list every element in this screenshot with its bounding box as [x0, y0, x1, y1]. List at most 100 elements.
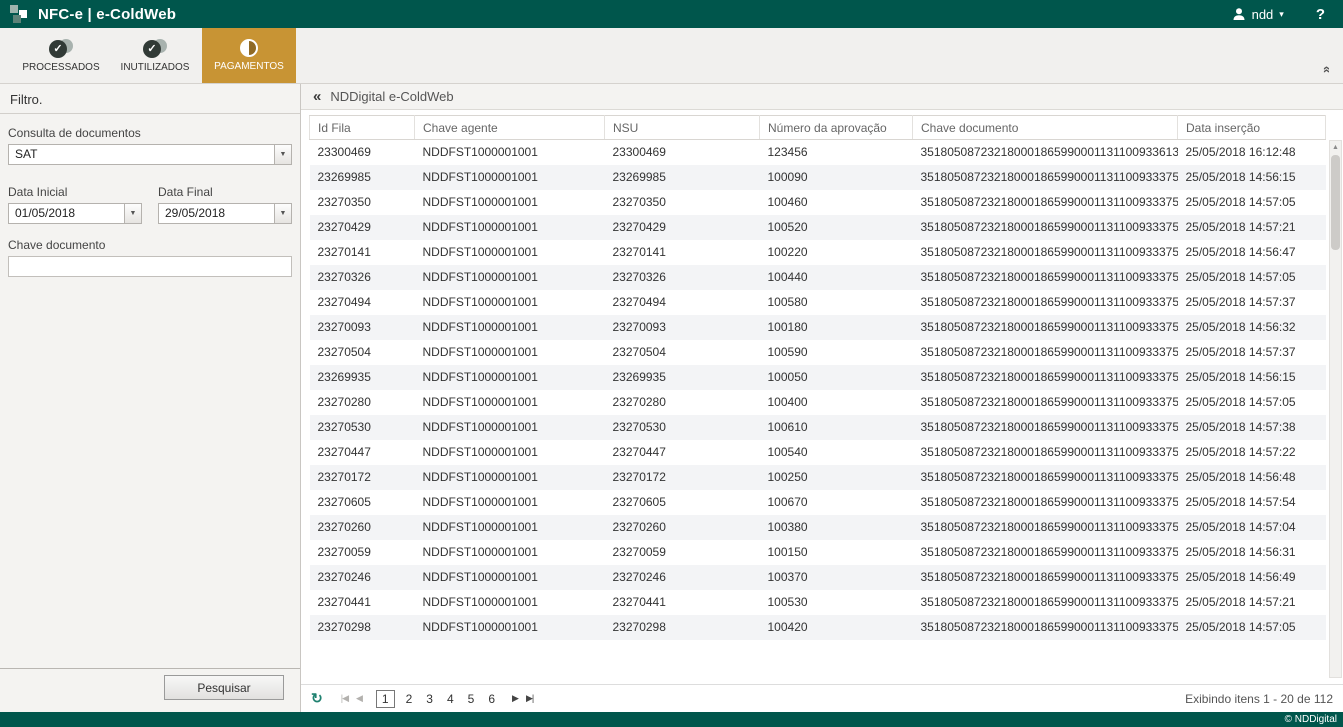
table-cell: NDDFST1000001001	[415, 190, 605, 215]
vertical-scrollbar[interactable]: ▲	[1329, 140, 1342, 678]
user-menu[interactable]: ndd ▾	[1232, 7, 1284, 22]
column-header[interactable]: Chave documento	[913, 116, 1178, 140]
table-cell: 23270429	[310, 215, 415, 240]
table-row[interactable]: 23270246NDDFST10000010012327024610037035…	[310, 565, 1326, 590]
table-row[interactable]: 23270530NDDFST10000010012327053010061035…	[310, 415, 1326, 440]
tab-inutilizados[interactable]: ✓ INUTILIZADOS	[108, 28, 202, 83]
table-cell: 25/05/2018 14:57:38	[1178, 415, 1326, 440]
table-cell: 25/05/2018 14:56:32	[1178, 315, 1326, 340]
scroll-up-icon[interactable]: ▲	[1330, 141, 1341, 154]
table-cell: 23270530	[310, 415, 415, 440]
table-cell: 23270530	[605, 415, 760, 440]
table-cell: 23270350	[605, 190, 760, 215]
column-header[interactable]: NSU	[605, 116, 760, 140]
table-cell: 23270326	[605, 265, 760, 290]
column-header[interactable]: Chave agente	[415, 116, 605, 140]
table-header-row: Id Fila Chave agente NSU Número da aprov…	[310, 116, 1326, 140]
data-final-value: 29/05/2018	[165, 206, 225, 220]
copyright-text: © NDDigital	[1285, 714, 1337, 725]
table-cell: 351805087232180001865990001131100933375	[913, 265, 1178, 290]
table-row[interactable]: 23270605NDDFST10000010012327060510067035…	[310, 490, 1326, 515]
table-row[interactable]: 23270429NDDFST10000010012327042910052035…	[310, 215, 1326, 240]
table-row[interactable]: 23270350NDDFST10000010012327035010046035…	[310, 190, 1326, 215]
tab-pagamentos[interactable]: PAGAMENTOS	[202, 28, 296, 83]
table-cell: 100610	[760, 415, 913, 440]
data-inicial-picker[interactable]: 01/05/2018 ▼	[8, 203, 142, 224]
table-row[interactable]: 23270260NDDFST10000010012327026010038035…	[310, 515, 1326, 540]
table-cell: 23270280	[310, 390, 415, 415]
last-page-icon[interactable]: ▶|	[526, 693, 533, 704]
filter-sidebar: Filtro. Consulta de documentos SAT ▼ Dat…	[0, 84, 301, 712]
app-title: NFC-e | e-ColdWeb	[38, 6, 176, 23]
page-number[interactable]: 5	[465, 692, 478, 706]
table-cell: 23270504	[605, 340, 760, 365]
table-cell: NDDFST1000001001	[415, 140, 605, 165]
table-cell: 23270298	[605, 615, 760, 640]
data-final-picker[interactable]: 29/05/2018 ▼	[158, 203, 292, 224]
table-cell: NDDFST1000001001	[415, 590, 605, 615]
tab-processados[interactable]: ✓ PROCESSADOS	[14, 28, 108, 83]
table-row[interactable]: 23270504NDDFST10000010012327050410059035…	[310, 340, 1326, 365]
table-row[interactable]: 23270141NDDFST10000010012327014110022035…	[310, 240, 1326, 265]
search-button[interactable]: Pesquisar	[164, 675, 284, 700]
chave-documento-label: Chave documento	[8, 238, 292, 252]
chave-documento-input[interactable]	[8, 256, 292, 277]
next-page-icon[interactable]: ▶	[512, 693, 518, 704]
table-cell: 23270326	[310, 265, 415, 290]
first-page-icon[interactable]: |◀	[341, 693, 348, 704]
consulta-select[interactable]: SAT ▼	[8, 144, 292, 165]
table-row[interactable]: 23300469NDDFST10000010012330046912345635…	[310, 140, 1326, 165]
table-cell: 351805087232180001865990001131100933375	[913, 415, 1178, 440]
table-cell: 100540	[760, 440, 913, 465]
collapse-panel-icon[interactable]: «	[313, 88, 321, 105]
table-cell: 351805087232180001865990001131100933375	[913, 190, 1178, 215]
table-row[interactable]: 23270494NDDFST10000010012327049410058035…	[310, 290, 1326, 315]
table-row[interactable]: 23270326NDDFST10000010012327032610044035…	[310, 265, 1326, 290]
table-row[interactable]: 23270059NDDFST10000010012327005910015035…	[310, 540, 1326, 565]
table-cell: 25/05/2018 16:12:48	[1178, 140, 1326, 165]
table-cell: 23270260	[310, 515, 415, 540]
table-row[interactable]: 23269935NDDFST10000010012326993510005035…	[310, 365, 1326, 390]
payments-circle-icon	[240, 39, 258, 57]
table-row[interactable]: 23270093NDDFST10000010012327009310018035…	[310, 315, 1326, 340]
prev-page-icon[interactable]: ◀	[356, 693, 362, 704]
table-cell: 351805087232180001865990001131100933375	[913, 165, 1178, 190]
table-cell: 351805087232180001865990001131100933375	[913, 290, 1178, 315]
page-number[interactable]: 4	[444, 692, 457, 706]
table-cell: 100180	[760, 315, 913, 340]
column-header[interactable]: Id Fila	[310, 116, 415, 140]
table-row[interactable]: 23270172NDDFST10000010012327017210025035…	[310, 465, 1326, 490]
table-cell: 23269935	[310, 365, 415, 390]
collapse-ribbon-button[interactable]: »	[1322, 62, 1329, 77]
table-cell: 23270350	[310, 190, 415, 215]
table-cell: 100580	[760, 290, 913, 315]
table-cell: 100090	[760, 165, 913, 190]
table-row[interactable]: 23270441NDDFST10000010012327044110053035…	[310, 590, 1326, 615]
column-header[interactable]: Data inserção	[1178, 116, 1326, 140]
column-header[interactable]: Número da aprovação	[760, 116, 913, 140]
table-row[interactable]: 23270280NDDFST10000010012327028010040035…	[310, 390, 1326, 415]
table-cell: NDDFST1000001001	[415, 515, 605, 540]
page-number[interactable]: 2	[403, 692, 416, 706]
table-cell: 23300469	[310, 140, 415, 165]
tab-label: PAGAMENTOS	[214, 61, 284, 72]
page-number[interactable]: 1	[376, 690, 395, 708]
table-cell: 351805087232180001865990001131100933375	[913, 365, 1178, 390]
table-cell: 23270441	[605, 590, 760, 615]
refresh-icon[interactable]: ↻	[311, 690, 323, 707]
scrollbar-thumb[interactable]	[1331, 155, 1340, 250]
table-cell: NDDFST1000001001	[415, 465, 605, 490]
table-row[interactable]: 23270298NDDFST10000010012327029810042035…	[310, 615, 1326, 640]
table-cell: 25/05/2018 14:57:05	[1178, 190, 1326, 215]
table-row[interactable]: 23270447NDDFST10000010012327044710054035…	[310, 440, 1326, 465]
data-final-label: Data Final	[158, 185, 292, 199]
table-cell: NDDFST1000001001	[415, 490, 605, 515]
page-number[interactable]: 3	[423, 692, 436, 706]
filter-title: Filtro.	[0, 84, 300, 114]
page-number[interactable]: 6	[485, 692, 498, 706]
table-cell: 100220	[760, 240, 913, 265]
help-button[interactable]: ?	[1316, 6, 1325, 23]
table-cell: 100380	[760, 515, 913, 540]
table-cell: 100460	[760, 190, 913, 215]
table-row[interactable]: 23269985NDDFST10000010012326998510009035…	[310, 165, 1326, 190]
